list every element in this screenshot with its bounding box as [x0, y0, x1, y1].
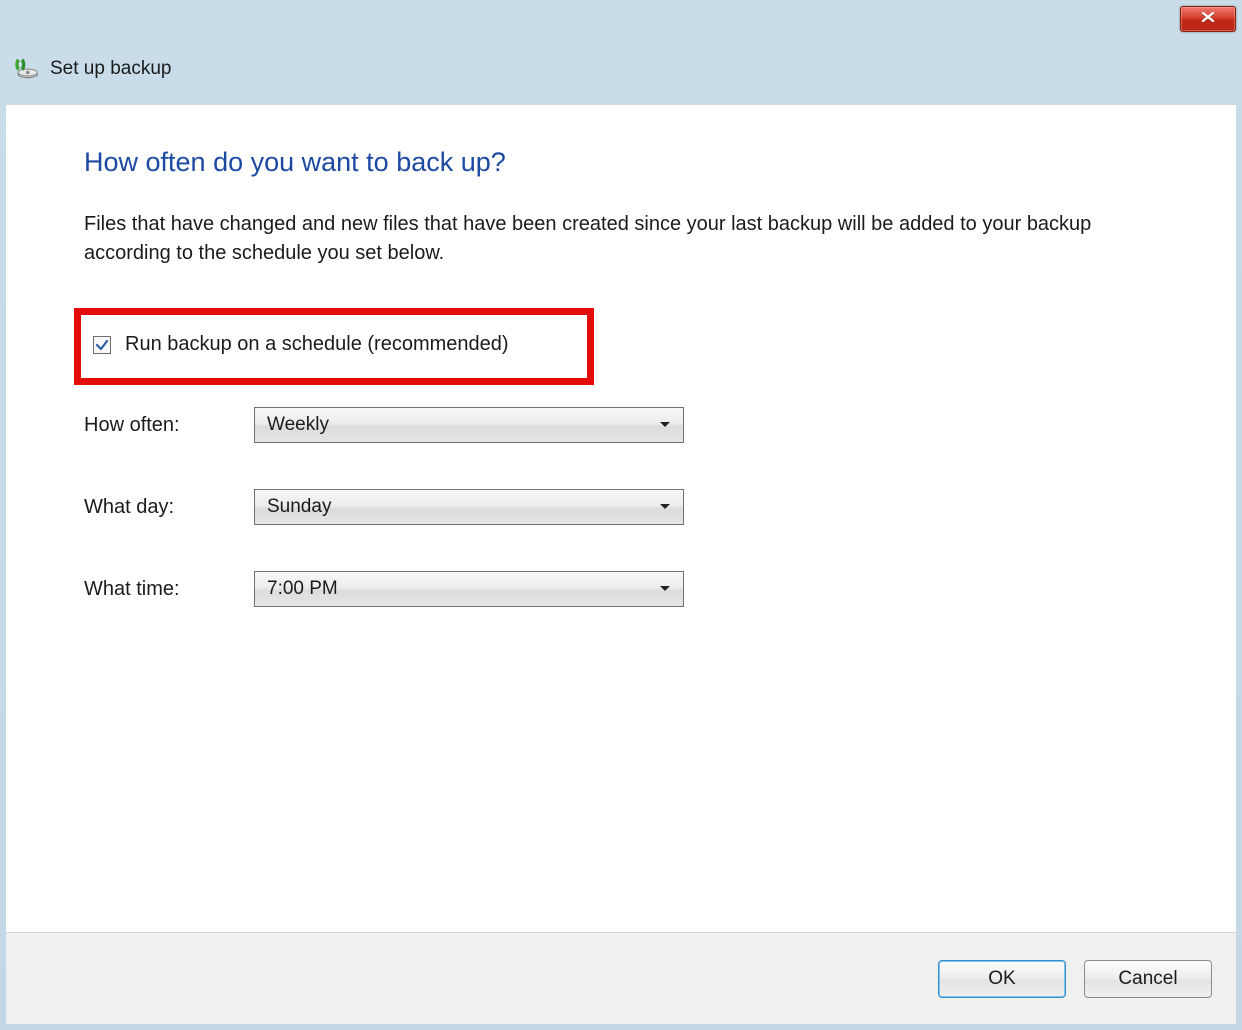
what-time-dropdown[interactable]: 7:00 PM [254, 571, 684, 607]
page-heading: How often do you want to back up? [84, 147, 1158, 178]
what-time-value: 7:00 PM [267, 578, 338, 600]
button-bar: OK Cancel [6, 932, 1236, 1024]
ok-button-label: OK [988, 968, 1015, 990]
backup-wizard-icon [12, 55, 40, 83]
run-on-schedule-checkbox[interactable] [93, 336, 111, 354]
wizard-header: Set up backup [0, 40, 1242, 104]
wizard-window: Set up backup How often do you want to b… [0, 0, 1242, 1030]
chevron-down-icon [659, 580, 671, 598]
chevron-down-icon [659, 416, 671, 434]
how-often-dropdown[interactable]: Weekly [254, 407, 684, 443]
content-panel: How often do you want to back up? Files … [6, 104, 1236, 932]
what-day-value: Sunday [267, 496, 331, 518]
ok-button[interactable]: OK [938, 960, 1066, 998]
wizard-title: Set up backup [50, 58, 171, 80]
titlebar [0, 0, 1242, 40]
close-icon [1200, 10, 1216, 28]
page-description: Files that have changed and new files th… [84, 210, 1104, 268]
how-often-value: Weekly [267, 414, 329, 436]
run-on-schedule-label: Run backup on a schedule (recommended) [125, 333, 509, 356]
chevron-down-icon [659, 498, 671, 516]
schedule-form: How often: Weekly What day: Sunday What … [84, 407, 1158, 607]
content-inner: How often do you want to back up? Files … [6, 105, 1236, 627]
schedule-checkbox-highlight: Run backup on a schedule (recommended) [74, 308, 594, 385]
how-often-label: How often: [84, 414, 254, 437]
cancel-button[interactable]: Cancel [1084, 960, 1212, 998]
cancel-button-label: Cancel [1118, 968, 1177, 990]
close-button[interactable] [1180, 6, 1236, 32]
what-day-dropdown[interactable]: Sunday [254, 489, 684, 525]
what-day-label: What day: [84, 496, 254, 519]
what-time-label: What time: [84, 578, 254, 601]
